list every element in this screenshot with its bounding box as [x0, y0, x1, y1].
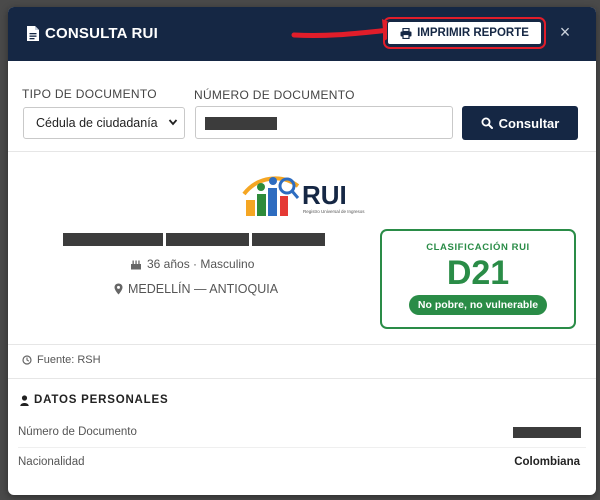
consulta-rui-modal: CONSULTA RUI IMPRIMIR REPORTE × TIPO DE … — [8, 7, 596, 495]
search-icon — [481, 117, 493, 129]
divider — [8, 378, 596, 379]
divider — [8, 344, 596, 345]
personal-data-title: DATOS PERSONALES — [34, 394, 169, 406]
modal-header: CONSULTA RUI IMPRIMIR REPORTE × — [8, 7, 596, 61]
print-report-button[interactable]: IMPRIMIR REPORTE — [383, 17, 546, 49]
clock-icon — [22, 355, 32, 365]
cake-icon — [131, 260, 141, 269]
redacted-document-number — [513, 427, 581, 438]
age-gender-text: 36 años · Masculino — [147, 257, 255, 271]
close-icon[interactable]: × — [557, 22, 573, 42]
print-report-label: IMPRIMIR REPORTE — [417, 27, 529, 39]
document-icon — [27, 26, 39, 41]
logo-text: RUI — [302, 180, 347, 210]
classification-code: D21 — [446, 254, 510, 292]
rui-logo: RUI Registro Universal de Ingresos — [242, 176, 365, 216]
redacted-name-part — [252, 233, 325, 246]
redacted-name-part — [166, 233, 249, 246]
personal-data-heading: DATOS PERSONALES — [20, 394, 168, 406]
redacted-doc-number — [205, 117, 277, 130]
printer-icon — [400, 27, 412, 39]
classification-box: CLASIFICACIÓN RUI D21 No pobre, no vulne… — [380, 229, 576, 329]
redacted-name-part — [63, 233, 163, 246]
location-text: MEDELLÍN — ANTIOQUIA — [128, 282, 279, 296]
user-icon — [20, 394, 29, 406]
map-pin-icon — [114, 283, 123, 295]
divider — [18, 447, 586, 448]
row-label-nationality: Nacionalidad — [18, 456, 85, 468]
age-gender: 36 años · Masculino — [130, 257, 254, 271]
source: Fuente: RSH — [22, 354, 101, 366]
doc-number-input[interactable] — [195, 106, 453, 139]
classification-title: CLASIFICACIÓN RUI — [426, 242, 530, 253]
search-form: TIPO DE DOCUMENTO NÚMERO DE DOCUMENTO Cé… — [8, 61, 596, 152]
source-text: Fuente: RSH — [37, 354, 101, 366]
classification-badge: No pobre, no vulnerable — [408, 295, 548, 315]
doc-type-value: Cédula de ciudadanía — [36, 116, 158, 130]
modal-title: CONSULTA RUI — [45, 25, 158, 42]
row-label-document-number: Número de Documento — [18, 426, 137, 438]
consult-label: Consultar — [498, 115, 560, 131]
row-value-nationality: Colombiana — [514, 456, 580, 468]
doc-type-select[interactable]: Cédula de ciudadanía — [23, 107, 185, 139]
logo-subtitle: Registro Universal de Ingresos — [303, 209, 365, 214]
location: MEDELLÍN — ANTIOQUIA — [114, 282, 278, 296]
doc-type-label: TIPO DE DOCUMENTO — [22, 87, 157, 101]
consult-button[interactable]: Consultar — [462, 106, 578, 140]
doc-number-label: NÚMERO DE DOCUMENTO — [194, 88, 355, 102]
chevron-down-icon — [168, 119, 178, 126]
